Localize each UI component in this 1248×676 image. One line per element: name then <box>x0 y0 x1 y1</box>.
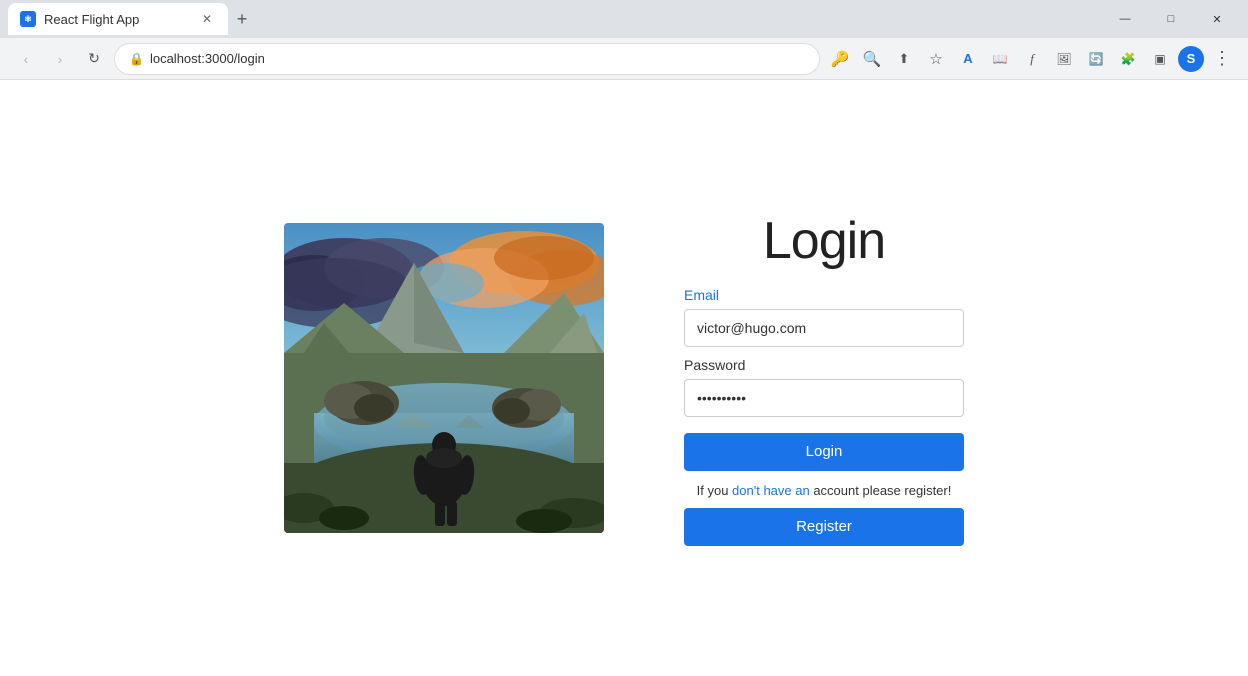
tab-favicon: ⚛ <box>20 11 36 27</box>
email-label: Email <box>684 287 719 303</box>
profile-button[interactable]: S <box>1178 46 1204 72</box>
forward-button[interactable]: › <box>46 45 74 73</box>
reading-icon-button[interactable]: 📖 <box>986 45 1014 73</box>
maximize-button[interactable]: □ <box>1148 0 1194 38</box>
window-controls: — □ ✕ <box>1102 0 1240 38</box>
layout-icon-button[interactable]: ▣ <box>1146 45 1174 73</box>
reload-button[interactable]: ↻ <box>80 45 108 73</box>
register-text-part1: If you <box>697 483 729 498</box>
login-title: Login <box>763 211 885 271</box>
close-button[interactable]: ✕ <box>1194 0 1240 38</box>
menu-button[interactable]: ⋮ <box>1208 45 1236 73</box>
register-button[interactable]: Register <box>684 508 964 546</box>
password-label: Password <box>684 357 745 373</box>
login-form: Login Email Password Login If you don't … <box>684 211 964 546</box>
url-text: localhost:3000/login <box>150 51 805 66</box>
image-icon-button[interactable]: 🖼 <box>1050 45 1078 73</box>
landscape-image-svg <box>284 223 604 533</box>
translate-icon-button[interactable]: A <box>954 45 982 73</box>
favorites-icon-button[interactable]: ☆ <box>922 45 950 73</box>
email-input[interactable] <box>684 309 964 347</box>
page-content: Login Email Password Login If you don't … <box>0 80 1248 676</box>
login-button[interactable]: Login <box>684 433 964 471</box>
toolbar: ‹ › ↻ 🔒 localhost:3000/login 🔑 🔍 ⬆ ☆ A 📖… <box>0 38 1248 80</box>
minimize-button[interactable]: — <box>1102 0 1148 38</box>
extensions-icon-button[interactable]: 🧩 <box>1114 45 1142 73</box>
browser-chrome: ⚛ React Flight App ✕ + — □ ✕ ‹ › ↻ 🔒 loc… <box>0 0 1248 676</box>
register-prompt: If you don't have an account please regi… <box>697 483 952 498</box>
toolbar-icons: 🔑 🔍 ⬆ ☆ A 📖 f 🖼 🔄 🧩 ▣ S ⋮ <box>826 45 1236 73</box>
title-bar: ⚛ React Flight App ✕ + — □ ✕ <box>0 0 1248 38</box>
browser-tab[interactable]: ⚛ React Flight App ✕ <box>8 3 228 35</box>
tab-title: React Flight App <box>44 12 190 27</box>
address-bar[interactable]: 🔒 localhost:3000/login <box>114 43 820 75</box>
register-text-part3: account please register! <box>810 483 952 498</box>
new-tab-button[interactable]: + <box>228 5 256 33</box>
login-image <box>284 223 604 533</box>
key-icon-button[interactable]: 🔑 <box>826 45 854 73</box>
password-input[interactable] <box>684 379 964 417</box>
f-icon-button[interactable]: f <box>1018 45 1046 73</box>
back-button[interactable]: ‹ <box>12 45 40 73</box>
zoom-icon-button[interactable]: 🔍 <box>858 45 886 73</box>
update-icon-button[interactable]: 🔄 <box>1082 45 1110 73</box>
lock-icon: 🔒 <box>129 52 144 66</box>
share-icon-button[interactable]: ⬆ <box>890 45 918 73</box>
register-text-part2: don't have an <box>728 483 809 498</box>
tab-close-button[interactable]: ✕ <box>198 10 216 28</box>
